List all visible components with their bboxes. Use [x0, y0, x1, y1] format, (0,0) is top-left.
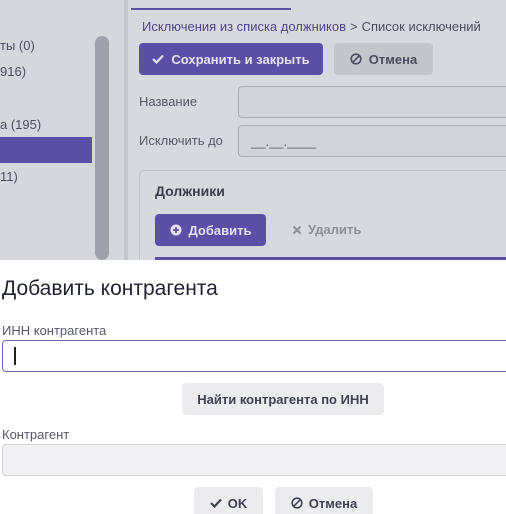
panel-splitter[interactable] — [124, 0, 128, 260]
breadcrumb-link[interactable]: Исключения из списка должников — [142, 19, 346, 34]
contractor-field[interactable] — [2, 444, 506, 476]
active-tab-indicator — [131, 0, 291, 10]
delete-debtor-label: Удалить — [308, 222, 362, 237]
check-icon — [209, 498, 222, 508]
tree-item[interactable]: а (195) — [0, 117, 41, 132]
name-field[interactable] — [238, 86, 506, 118]
tree-item[interactable]: ты (0) — [0, 38, 35, 53]
check-icon — [152, 54, 165, 64]
add-debtor-button[interactable]: Добавить — [155, 214, 266, 246]
x-icon — [292, 225, 302, 235]
tree-item-selected[interactable] — [0, 137, 92, 163]
cancel-label: Отмена — [308, 495, 358, 511]
date-mask: __.__.____ — [251, 134, 317, 149]
text-caret — [14, 347, 16, 365]
cancel-edit-button[interactable]: Отмена — [334, 43, 433, 75]
breadcrumb: Исключения из списка должников > Список ис… — [142, 19, 481, 34]
delete-debtor-button[interactable]: Удалить — [292, 222, 361, 237]
ok-label: OK — [227, 495, 248, 511]
tree-item[interactable]: 916) — [0, 64, 26, 79]
breadcrumb-current: Список исключений — [361, 19, 481, 34]
background-app: ты (0) 916) а (195) 11) Исключения из сп… — [0, 0, 506, 260]
exclude-until-label: Исключить до — [139, 133, 223, 148]
left-tree-panel: ты (0) 916) а (195) 11) — [0, 0, 124, 260]
breadcrumb-separator: > — [350, 19, 358, 34]
tree-scrollbar[interactable] — [95, 36, 109, 260]
cancel-circle-icon — [350, 53, 362, 65]
cancel-button[interactable]: Отмена — [275, 487, 373, 514]
ok-button[interactable]: OK — [194, 487, 263, 514]
dialog-title: Добавить контрагента — [2, 277, 218, 300]
exclude-until-field[interactable]: __.__.____ — [238, 125, 506, 157]
add-debtor-label: Добавить — [188, 222, 252, 238]
name-label: Название — [139, 94, 198, 109]
contractor-label: Контрагент — [2, 427, 70, 442]
find-by-inn-button[interactable]: Найти контрагента по ИНН — [182, 383, 384, 415]
cancel-circle-icon — [291, 497, 303, 509]
plus-circle-icon — [170, 224, 182, 236]
save-and-close-label: Сохранить и закрыть — [171, 51, 310, 67]
save-and-close-button[interactable]: Сохранить и закрыть — [139, 43, 323, 75]
tree-item[interactable]: 11) — [0, 169, 18, 184]
debtors-title: Должники — [155, 183, 225, 199]
cancel-edit-label: Отмена — [368, 51, 418, 67]
inn-input[interactable] — [2, 340, 506, 372]
inn-label: ИНН контрагента — [2, 323, 107, 338]
